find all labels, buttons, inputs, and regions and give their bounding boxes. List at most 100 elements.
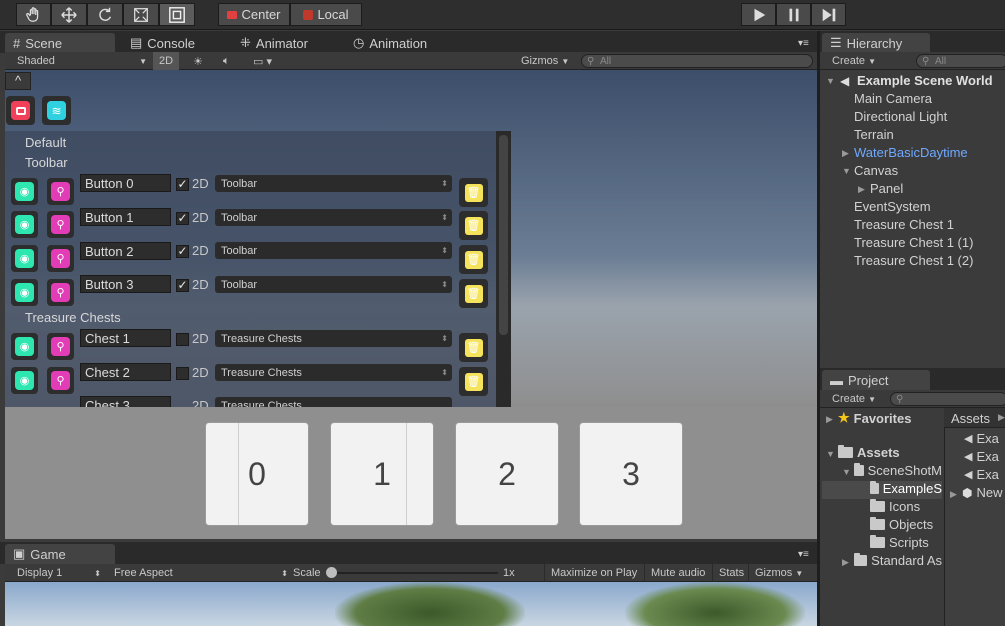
favorites-item[interactable]: ★ Favorites [838,410,911,426]
delete-button[interactable]: 🗑︎ [459,245,488,274]
expand-triangle-icon[interactable]: ▶ [950,489,957,500]
pin-button[interactable]: ⚲ [47,211,74,238]
toolbar-card[interactable]: 2 [455,422,559,526]
expand-triangle-icon[interactable]: ▶ [842,557,849,568]
checkbox-2d[interactable] [176,333,189,346]
hierarchy-item[interactable]: Panel [870,181,903,196]
panel-menu-button[interactable]: ▾≡ [790,544,817,564]
checkbox-2d[interactable]: ✓ [176,212,189,225]
hierarchy-item[interactable]: Treasure Chest 1 (1) [854,235,973,250]
scene-search-input[interactable]: ⚲ All [581,54,813,68]
toolbar-card[interactable]: 1 [330,422,434,526]
eye-button[interactable]: ◉ [11,245,38,272]
play-button[interactable] [741,3,776,26]
delete-button[interactable]: 🗑︎ [459,333,488,362]
tab-project[interactable]: ▬ Project [822,370,930,390]
pin-button[interactable]: ⚲ [47,245,74,272]
hierarchy-item[interactable]: Terrain [854,127,894,142]
tab-animator[interactable]: ⁜ Animator [232,33,316,53]
name-field[interactable]: Button 3 [80,275,171,293]
pin-button[interactable]: ⚲ [47,178,74,205]
folder-item[interactable]: Standard As [854,553,942,568]
name-field[interactable]: Chest 2 [80,363,171,381]
expand-triangle-icon[interactable]: ▼ [842,467,851,477]
folder-item[interactable]: SceneShotM [854,463,942,478]
asset-item[interactable]: ◀ Exa [964,467,1005,482]
collapse-button[interactable]: ^ [5,72,31,90]
audio-toggle[interactable]: 🔈︎ [217,52,236,70]
name-field[interactable]: Chest 1 [80,329,171,347]
eye-button[interactable]: ◉ [11,279,38,306]
assets-item[interactable]: Assets [838,445,900,460]
panel-scrollbar[interactable] [496,131,511,408]
expand-triangle-icon[interactable]: ▶ [826,414,833,425]
layer-dropdown[interactable]: Treasure Chests ⬍ [215,330,452,347]
maximize-on-play-toggle[interactable]: Maximize on Play [544,564,643,582]
game-viewport[interactable] [5,582,817,626]
folder-item[interactable]: Scripts [870,535,929,550]
pin-button[interactable]: ⚲ [47,279,74,306]
game-gizmos-dropdown[interactable]: Gizmos ▼ [748,564,809,582]
pin-button[interactable]: ⚲ [47,333,74,360]
hierarchy-item[interactable]: Directional Light [854,109,947,124]
delete-button[interactable]: 🗑︎ [459,211,488,240]
layer-dropdown[interactable]: Toolbar ⬍ [215,276,452,293]
hierarchy-item[interactable]: Treasure Chest 1 [854,217,954,232]
toolbar-card[interactable]: 0 [205,422,309,526]
expand-triangle-icon[interactable]: ▶ [858,184,865,195]
pivot-local-button[interactable]: Local [290,3,362,26]
move-tool-button[interactable] [51,3,87,26]
eye-button[interactable]: ◉ [11,178,38,205]
layer-dropdown[interactable]: Treasure Chests ⬍ [215,364,452,381]
shading-dropdown[interactable]: Shaded ▼ [11,52,151,70]
tab-console[interactable]: ▤ Console [122,33,203,53]
stats-toggle[interactable]: Stats [712,564,750,582]
pin-button[interactable]: ⚲ [47,367,74,394]
scene-name[interactable]: Example Scene World [857,73,993,88]
eye-button[interactable]: ◉ [11,367,38,394]
expand-triangle-icon[interactable]: ▼ [842,166,851,176]
asset-item[interactable]: ◀ Exa [964,431,1005,446]
tab-scene[interactable]: # Scene [5,33,115,53]
expand-triangle-icon[interactable]: ▶ [842,148,849,159]
delete-button[interactable]: 🗑︎ [459,178,488,207]
asset-item[interactable]: ⬢ New [962,485,1005,500]
name-field[interactable]: Button 1 [80,208,171,226]
layer-dropdown[interactable]: Toolbar ⬍ [215,209,452,226]
hierarchy-item[interactable]: Treasure Chest 1 (2) [854,253,973,268]
folder-item-selected[interactable]: ExampleS [870,481,942,496]
hand-tool-button[interactable] [16,3,51,26]
layers-button[interactable]: ≋ [42,96,71,125]
step-button[interactable] [811,3,846,26]
layer-dropdown[interactable]: Toolbar ⬍ [215,242,452,259]
delete-button[interactable]: 🗑︎ [459,279,488,308]
scale-tool-button[interactable] [123,3,159,26]
toolbar-card[interactable]: 3 [579,422,683,526]
display-dropdown[interactable]: Display 1 ⬍ [11,564,103,582]
tab-game[interactable]: ▣ Game [5,544,115,564]
delete-button[interactable]: 🗑︎ [459,367,488,396]
panel-menu-button[interactable]: ▾≡ [790,33,817,53]
mute-audio-toggle[interactable]: Mute audio [644,564,711,582]
eye-button[interactable]: ◉ [11,211,38,238]
expand-triangle-icon[interactable]: ▼ [826,76,835,86]
tab-hierarchy[interactable]: ☰ Hierarchy [822,33,930,53]
lighting-toggle[interactable]: ☀ [187,52,209,70]
hierarchy-item[interactable]: Main Camera [854,91,932,106]
scale-slider-thumb[interactable] [326,567,337,578]
pivot-center-button[interactable]: Center [218,3,290,26]
hierarchy-item[interactable]: EventSystem [854,199,931,214]
asset-item[interactable]: ◀ Exa [964,449,1005,464]
eye-button[interactable]: ◉ [11,333,38,360]
project-create-dropdown[interactable]: Create ▼ [826,390,882,408]
tab-animation[interactable]: ◷ Animation [345,33,435,53]
rect-tool-button[interactable] [159,3,195,26]
pause-button[interactable] [776,3,811,26]
checkbox-2d[interactable] [176,367,189,380]
hierarchy-item-prefab[interactable]: WaterBasicDaytime [854,145,968,160]
screenshot-button[interactable] [6,96,35,125]
expand-triangle-icon[interactable]: ▼ [826,449,835,459]
gizmos-dropdown[interactable]: Gizmos ▼ [515,52,575,70]
project-search-input[interactable]: ⚲ [890,392,1005,406]
aspect-dropdown[interactable]: Free Aspect ⬍ [108,564,290,582]
